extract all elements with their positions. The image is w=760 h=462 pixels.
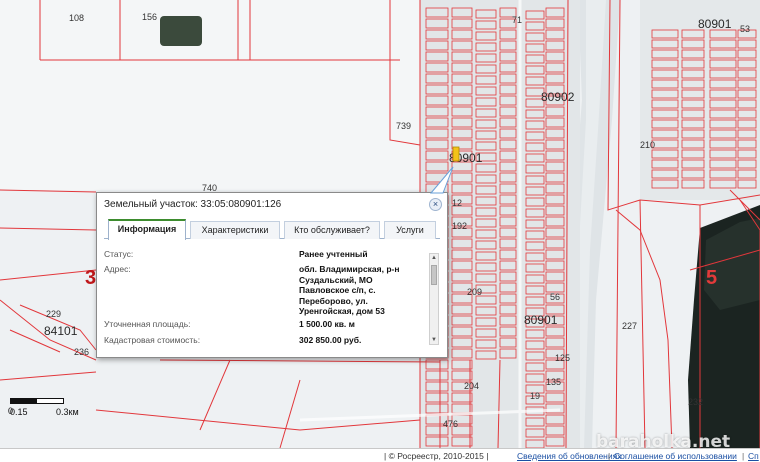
selected-parcel-marker[interactable] [452, 146, 460, 164]
plot-label: 125 [555, 353, 571, 363]
footer-separator: | [608, 451, 611, 461]
info-value: обл. Владимирская, р-н Суздальский, МО П… [299, 264, 400, 316]
scroll-up-icon[interactable]: ▲ [430, 254, 438, 262]
info-value: 302 850.00 руб. [299, 335, 362, 345]
plot-label: 135 [546, 377, 562, 387]
plot-label: 204 [464, 381, 480, 391]
scale-tick: 0.15 [10, 407, 28, 417]
info-value: 1 500.00 кв. м [299, 319, 355, 329]
plot-label: 476 [443, 419, 459, 429]
cadastral-map[interactable]: 108 156 71 80901 53 80902 739 80901 210 … [0, 0, 760, 448]
info-key: Уточненная площадь: [104, 319, 191, 329]
info-value: Ранее учтенный [299, 249, 368, 259]
info-key: Статус: [104, 249, 134, 259]
plot-label: 209 [467, 287, 483, 297]
tab-characteristics[interactable]: Характеристики [190, 221, 280, 239]
tab-information[interactable]: Информация [108, 219, 186, 240]
watermark: baraholka.net [596, 432, 731, 452]
scale-tick: 0.3км [56, 407, 79, 417]
quarter-label: 84101 [44, 324, 78, 338]
popup-content: Статус: Ранее учтенный Адрес: обл. Влади… [104, 245, 428, 351]
quarter-label: 80901 [698, 17, 732, 31]
copyright-text: | © Росреестр, 2010-2015 | [384, 451, 489, 461]
plot-label: 53 [740, 24, 751, 34]
map-scale-bar: 0 0.15 0.3км [4, 394, 94, 420]
plot-label: 229 [46, 309, 62, 319]
quarter-big-label: 3 [85, 267, 97, 289]
quarter-label: 80901 [524, 313, 558, 327]
plot-label: 236 [74, 347, 90, 357]
plot-label: 232 [688, 397, 704, 407]
tab-services[interactable]: Услуги [384, 221, 436, 239]
plot-label: 227 [622, 321, 638, 331]
agreement-link[interactable]: Соглашение об использовании [614, 451, 737, 461]
tab-who-serves[interactable]: Кто обслуживает? [284, 221, 380, 239]
popup-scrollbar[interactable]: ▲ ▼ [429, 253, 439, 345]
marker-pin-icon [452, 146, 460, 162]
plot-label: 71 [512, 15, 523, 25]
info-key: Адрес: [104, 264, 131, 274]
popup-tabs: Информация Характеристики Кто обслуживае… [104, 219, 440, 240]
popup-title: Земельный участок: 33:05:080901:126 [104, 199, 282, 210]
plot-label: 56 [550, 292, 561, 302]
info-key: Кадастровая стоимость: [104, 335, 201, 345]
popup-pointer [429, 166, 454, 194]
plot-label: 108 [69, 13, 85, 23]
scrollbar-thumb[interactable] [431, 265, 437, 285]
plot-label: 12 [452, 198, 463, 208]
scale-bar-graphic [10, 398, 64, 404]
scroll-down-icon[interactable]: ▼ [430, 336, 438, 344]
close-icon[interactable]: × [429, 198, 442, 211]
quarter-label: 80902 [541, 90, 575, 104]
parcel-info-popup: Земельный участок: 33:05:080901:126 × Ин… [96, 166, 454, 358]
zone-big-label: 5 [706, 267, 718, 289]
footer-separator: | [742, 451, 745, 461]
plot-label: 156 [142, 12, 158, 22]
plot-label: 210 [640, 140, 656, 150]
plot-label: 192 [452, 221, 468, 231]
updates-link[interactable]: Сведения об обновлениях [517, 451, 621, 461]
more-link[interactable]: Сп [748, 451, 759, 461]
plot-label: 739 [396, 121, 412, 131]
plot-label: 19 [530, 391, 541, 401]
